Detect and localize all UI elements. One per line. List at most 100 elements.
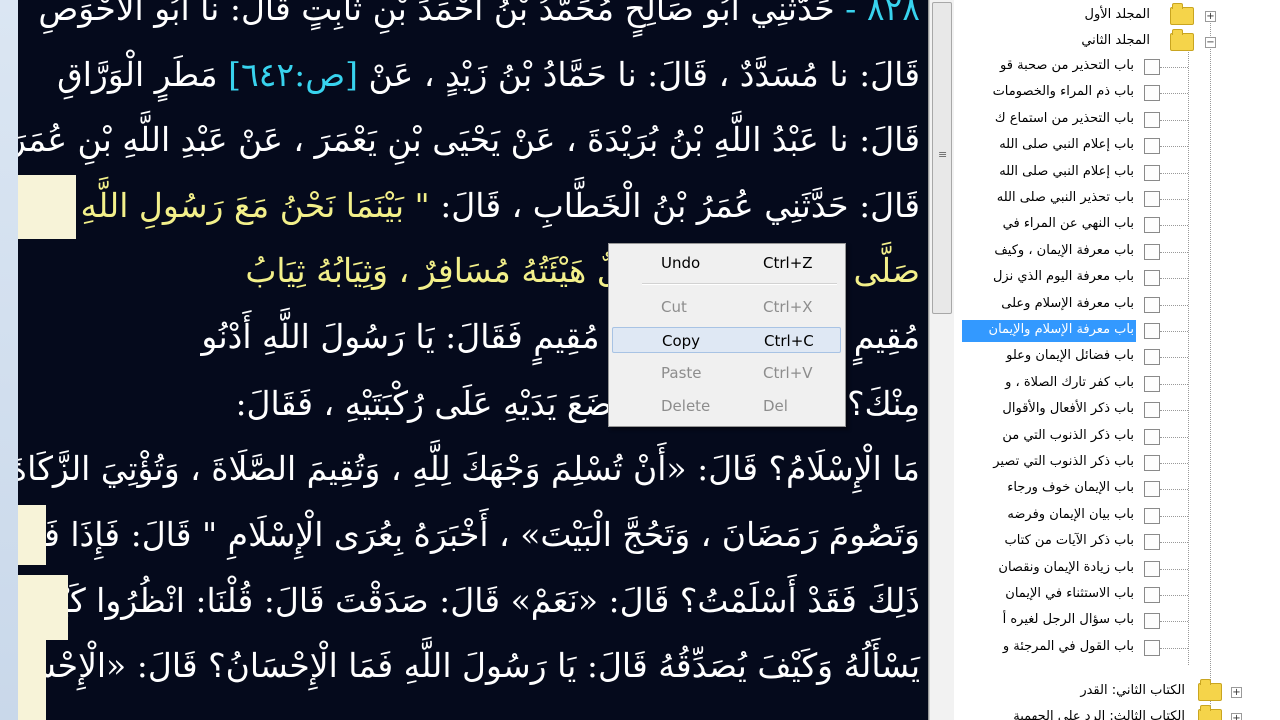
tree-node-chapter[interactable]: باب إعلام النبي صلى الله: [962, 135, 1136, 157]
tree-node-chapter[interactable]: باب زيادة الإيمان ونقصان: [962, 558, 1136, 580]
chapter-checkbox[interactable]: [1144, 508, 1160, 524]
tree-guide-line: [1160, 120, 1188, 121]
chapter-checkbox[interactable]: [1144, 85, 1160, 101]
tree-node-chapter[interactable]: باب إعلام النبي صلى الله: [962, 162, 1136, 184]
tree-node-label: المجلد الثاني: [1081, 33, 1150, 48]
tree-guide-line: [1160, 516, 1188, 517]
reader-text-segment-text: قَالَ: نا مُسَدَّدٌ ، قَالَ: نا حَمَّادُ…: [368, 55, 920, 94]
tree-node-chapter[interactable]: باب تحذير النبي صلى الله: [962, 188, 1136, 210]
tree-guide-line: [1160, 410, 1188, 411]
tree-node-chapter[interactable]: باب بيان الإيمان وفرضه: [962, 505, 1136, 527]
menu-item-delete[interactable]: Delete Del: [612, 393, 841, 419]
tree-node-chapter[interactable]: باب التحذير من استماع ك: [962, 109, 1136, 131]
menu-item-cut[interactable]: Cut Ctrl+X: [612, 294, 841, 320]
menu-item-label: Cut: [661, 298, 687, 316]
chapter-checkbox[interactable]: [1144, 217, 1160, 233]
reader-text-segment-page_ref: [ص:٦٤٢]: [217, 55, 369, 94]
tree-node-label: باب الإيمان خوف ورجاء: [1007, 480, 1134, 495]
tree-guide-line: [1160, 542, 1188, 543]
reader-vertical-scrollbar[interactable]: ≡: [929, 0, 955, 720]
menu-item-shortcut: Ctrl+V: [763, 364, 813, 382]
tree-node-chapter[interactable]: باب معرفة الإيمان ، وكيف: [962, 241, 1136, 263]
table-of-contents-tree[interactable]: + المجلد الأول − المجلد الثاني باب التحذير م…: [954, 0, 1280, 720]
reader-text-line[interactable]: وَتَصُومَ رَمَضَانَ ، وَتَحُجَّ الْبَيْت…: [18, 510, 920, 560]
tree-node-label: باب ذم المراء والخصومات: [992, 84, 1134, 99]
context-menu[interactable]: Undo Ctrl+Z Cut Ctrl+X Copy Ctrl+C Paste Ctrl+V…: [608, 243, 846, 427]
chapter-checkbox[interactable]: [1144, 534, 1160, 550]
reader-text-line[interactable]: ٨٢٨ - حَدَّثَنِي أَبُو صَالِحٍ مُحَمَّدُ…: [38, 0, 920, 34]
chapter-checkbox[interactable]: [1144, 112, 1160, 128]
tree-node-chapter[interactable]: باب معرفة الإسلام وعلى: [962, 294, 1136, 316]
tree-node-chapter[interactable]: باب ذكر الذنوب التي تصير: [962, 452, 1136, 474]
tree-guide-line: [1160, 463, 1188, 464]
tree-node-chapter[interactable]: باب سؤال الرجل لغيره أ: [962, 610, 1136, 632]
chapter-checkbox[interactable]: [1144, 244, 1160, 260]
menu-item-label: Undo: [661, 254, 701, 272]
tree-node-book[interactable]: + الكتاب الثالث: الرد على الجهمية: [954, 704, 1280, 720]
reader-text-line[interactable]: قَالَ: نا عَبْدُ اللَّهِ بْنُ بُرَيْدَةَ…: [18, 115, 920, 165]
tree-node-chapter[interactable]: باب ذكر الأفعال والأقوال: [962, 399, 1136, 421]
tree-node-volume[interactable]: − المجلد الثاني: [954, 28, 1280, 54]
tree-node-chapter[interactable]: باب التحذير من صحبة قو: [962, 56, 1136, 78]
menu-item-undo[interactable]: Undo Ctrl+Z: [612, 250, 841, 276]
chapter-checkbox[interactable]: [1144, 138, 1160, 154]
chapter-checkbox[interactable]: [1144, 561, 1160, 577]
reader-text-line[interactable]: يَسْأَلُهُ وَكَيْفَ يُصَدِّقُهُ قَالَ: ي…: [18, 641, 920, 691]
tree-node-chapter[interactable]: باب الإيمان خوف ورجاء: [962, 478, 1136, 500]
tree-node-label: المجلد الأول: [1084, 7, 1151, 22]
chapter-checkbox[interactable]: [1144, 455, 1160, 471]
expand-icon[interactable]: +: [1231, 687, 1242, 698]
tree-node-label: باب زيادة الإيمان ونقصان: [998, 560, 1134, 575]
chapter-checkbox[interactable]: [1144, 481, 1160, 497]
tree-guide-line: [1160, 67, 1188, 68]
tree-guide-line: [1160, 199, 1188, 200]
menu-item-copy[interactable]: Copy Ctrl+C: [612, 327, 841, 353]
tree-node-label: باب النهي عن المراء في: [1002, 216, 1134, 231]
chapter-checkbox[interactable]: [1144, 640, 1160, 656]
chapter-checkbox[interactable]: [1144, 613, 1160, 629]
menu-item-label: Copy: [662, 332, 701, 350]
chapter-checkbox[interactable]: [1144, 402, 1160, 418]
tree-node-label: باب ذكر الآيات من كتاب: [1004, 533, 1134, 548]
reader-text-line[interactable]: ذَلِكَ فَقَدْ أَسْلَمْتُ؟ قَالَ: «نَعَمْ…: [26, 576, 920, 626]
scrollbar-thumb[interactable]: ≡: [932, 2, 952, 314]
chapter-checkbox[interactable]: [1144, 165, 1160, 181]
tree-node-chapter[interactable]: باب معرفة الإسلام والإيمان: [962, 320, 1136, 342]
tree-guide-line: [1160, 278, 1188, 279]
tree-node-chapter[interactable]: باب معرفة اليوم الذي نزل: [962, 267, 1136, 289]
reader-text-segment-text: يَسْأَلُهُ وَكَيْفَ يُصَدِّقُهُ قَالَ: ي…: [18, 646, 920, 685]
tree-node-label: الكتاب الثاني: القدر: [1080, 683, 1185, 698]
reader-text-line[interactable]: قَالَ: حَدَّثَنِي عُمَرُ بْنُ الْخَطَّاب…: [81, 181, 920, 231]
reader-text-line[interactable]: قَالَ: نا مُسَدَّدٌ ، قَالَ: نا حَمَّادُ…: [57, 50, 920, 100]
tree-guide-line: [1160, 305, 1188, 306]
tree-node-chapter[interactable]: باب ذم المراء والخصومات: [962, 82, 1136, 104]
collapse-icon[interactable]: −: [1205, 37, 1216, 48]
tree-guide-line: [1160, 384, 1188, 385]
chapter-checkbox[interactable]: [1144, 59, 1160, 75]
tree-guide-line: [1160, 437, 1188, 438]
chapter-checkbox[interactable]: [1144, 297, 1160, 313]
tree-node-chapter[interactable]: باب ذكر الذنوب التي من: [962, 426, 1136, 448]
tree-node-chapter[interactable]: باب كفر تارك الصلاة ، و: [962, 373, 1136, 395]
tree-node-chapter[interactable]: باب القول في المرجئة و: [962, 637, 1136, 659]
tree-node-chapter[interactable]: باب الاستثناء في الإيمان: [962, 584, 1136, 606]
tree-node-chapter[interactable]: باب النهي عن المراء في: [962, 214, 1136, 236]
chapter-checkbox[interactable]: [1144, 323, 1160, 339]
expand-icon[interactable]: +: [1231, 713, 1242, 720]
tree-guide-line: [1160, 489, 1188, 490]
tree-node-chapter[interactable]: باب فضائل الإيمان وعلو: [962, 346, 1136, 368]
tree-node-label: باب تحذير النبي صلى الله: [996, 190, 1134, 205]
tree-node-volume[interactable]: + المجلد الأول: [954, 2, 1280, 28]
chapter-checkbox[interactable]: [1144, 191, 1160, 207]
chapter-checkbox[interactable]: [1144, 376, 1160, 392]
expand-icon[interactable]: +: [1205, 11, 1216, 22]
chapter-checkbox[interactable]: [1144, 429, 1160, 445]
tree-node-label: باب الاستثناء في الإيمان: [1005, 586, 1134, 601]
tree-node-chapter[interactable]: باب ذكر الآيات من كتاب: [962, 531, 1136, 553]
tree-node-label: باب فضائل الإيمان وعلو: [1006, 348, 1134, 363]
chapter-checkbox[interactable]: [1144, 587, 1160, 603]
tree-node-book[interactable]: + الكتاب الثاني: القدر: [954, 678, 1280, 704]
reader-text-line[interactable]: مَا الْإِسْلَامُ؟ قَالَ: «أَنْ تُسْلِمَ …: [18, 444, 920, 494]
chapter-checkbox[interactable]: [1144, 270, 1160, 286]
chapter-checkbox[interactable]: [1144, 349, 1160, 365]
